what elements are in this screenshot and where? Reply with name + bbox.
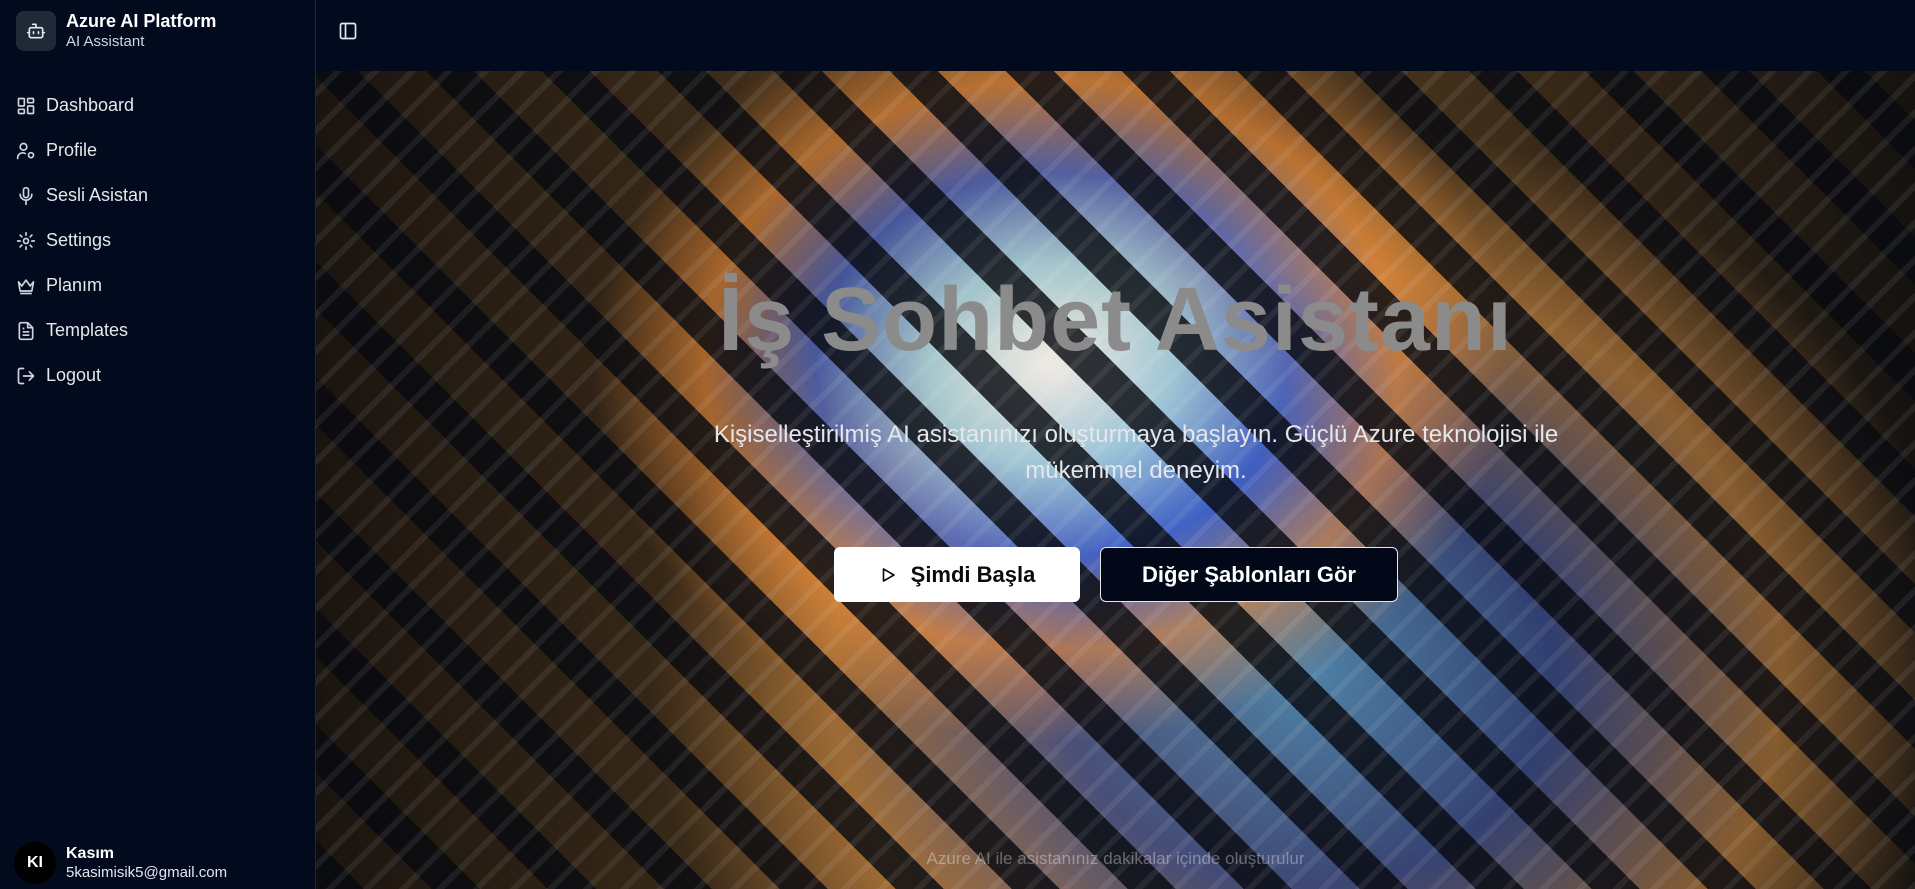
sidebar-item-label: Logout	[46, 365, 102, 385]
sidebar-item-label: Sesli Asistan	[46, 185, 149, 205]
sidebar-item-label: Profile	[46, 140, 98, 160]
hero-footer-text: Azure AI ile asistanınız dakikalar içind…	[926, 849, 1305, 868]
sidebar: Azure AI Platform AI Assistant Dashboard…	[0, 0, 316, 889]
sidebar-toggle-button[interactable]	[338, 21, 358, 41]
document-icon	[18, 321, 34, 340]
crown-icon	[17, 278, 35, 294]
brand[interactable]: Azure AI Platform AI Assistant	[16, 10, 216, 52]
sidebar-item-dashboard[interactable]: Dashboard	[0, 83, 316, 128]
hero-description: Kişiselleştirilmiş AI asistanınızı oluşt…	[713, 421, 1559, 484]
sidebar-item-profile[interactable]: Profile	[0, 128, 316, 173]
sidebar-item-settings[interactable]: Settings	[0, 218, 316, 263]
user-name: Kasım	[66, 845, 115, 862]
play-icon	[882, 567, 895, 582]
sidebar-nav: Dashboard Profile Sesli Asistan Settings…	[0, 83, 316, 398]
sidebar-item-label: Dashboard	[46, 95, 135, 115]
brand-title: Azure AI Platform	[66, 11, 217, 31]
start-now-button[interactable]: Şimdi Başla	[834, 547, 1080, 602]
sidebar-item-label: Templates	[46, 320, 129, 340]
sidebar-item-sesli-asistan[interactable]: Sesli Asistan	[0, 173, 316, 218]
panel-left-icon	[339, 22, 357, 40]
user-email: 5kasimisik5@gmail.com	[66, 864, 228, 881]
bot-icon	[16, 11, 56, 51]
gear-icon	[16, 231, 36, 250]
other-templates-label: Diğer Şablonları Gör	[1142, 561, 1356, 587]
dashboard-icon	[17, 97, 35, 114]
page-title: İş Sohbet Asistanı	[718, 270, 1513, 370]
sidebar-item-planim[interactable]: Planım	[0, 263, 316, 308]
logout-icon	[17, 367, 35, 384]
user-profile[interactable]: KI Kasım 5kasimisik5@gmail.com	[14, 842, 227, 884]
sidebar-item-logout[interactable]: Logout	[0, 353, 316, 398]
hero-section: İş Sohbet Asistanı Kişiselleştirilmiş AI…	[316, 71, 1915, 889]
microphone-icon	[19, 186, 33, 205]
sidebar-item-templates[interactable]: Templates	[0, 308, 316, 353]
sidebar-item-label: Settings	[46, 230, 112, 250]
brand-subtitle: AI Assistant	[66, 33, 145, 50]
avatar: KI	[14, 842, 56, 884]
user-cog-icon	[16, 142, 35, 159]
top-bar	[316, 0, 1915, 71]
sidebar-item-label: Planım	[46, 275, 103, 295]
other-templates-button[interactable]: Diğer Şablonları Gör	[1100, 547, 1398, 602]
start-now-label: Şimdi Başla	[910, 561, 1036, 587]
